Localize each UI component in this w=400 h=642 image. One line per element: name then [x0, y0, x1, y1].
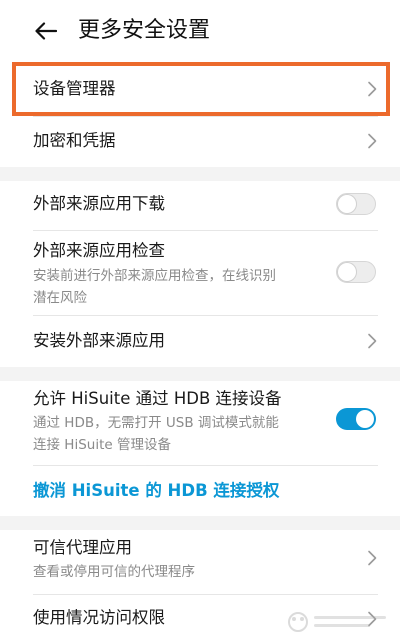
menu-item-label: 允许 HiSuite 通过 HDB 连接设备 — [33, 389, 282, 408]
chevron-right-icon — [368, 133, 377, 149]
app-header: 更多安全设置 — [0, 0, 400, 62]
section-gap — [0, 367, 400, 381]
arrow-left-icon — [35, 22, 57, 40]
revoke-hisuite-link-row[interactable]: 撤消 HiSuite 的 HDB 连接授权 — [0, 466, 400, 516]
menu-item-external-download[interactable]: 外部来源应用下载 — [0, 181, 400, 230]
menu-item-label: 加密和凭据 — [33, 131, 116, 150]
menu-item-device-manager[interactable]: 设备管理器 — [0, 62, 400, 116]
toggle-knob — [338, 194, 356, 213]
section-gap — [0, 516, 400, 530]
menu-item-encryption[interactable]: 加密和凭据 — [0, 117, 400, 167]
section-gap — [0, 167, 400, 181]
chevron-right-icon — [368, 550, 377, 566]
description-line: 连接 HiSuite 管理设备 — [33, 437, 171, 453]
menu-item-label: 外部来源应用检查 — [33, 241, 165, 260]
external-download-toggle[interactable] — [336, 193, 376, 215]
description-line: 通过 HDB，无需打开 USB 调试模式就能 — [33, 415, 279, 431]
hisuite-hdb-toggle[interactable] — [336, 408, 376, 430]
menu-item-label: 可信代理应用 — [33, 538, 132, 557]
menu-item-external-check[interactable]: 外部来源应用检查 安装前进行外部来源应用检查，在线识别 潜在风险 — [0, 231, 400, 315]
menu-item-label: 外部来源应用下载 — [33, 194, 165, 213]
menu-item-label: 安装外部来源应用 — [33, 331, 165, 350]
menu-item-hisuite-hdb[interactable]: 允许 HiSuite 通过 HDB 连接设备 通过 HDB，无需打开 USB 调… — [0, 381, 400, 465]
page-title: 更多安全设置 — [78, 18, 211, 43]
back-button[interactable] — [28, 14, 64, 48]
toggle-knob — [356, 410, 374, 428]
menu-item-install-external[interactable]: 安装外部来源应用 — [0, 316, 400, 367]
menu-item-label: 设备管理器 — [33, 79, 116, 98]
menu-item-description: 安装前进行外部来源应用检查，在线识别 潜在风险 — [33, 265, 323, 309]
menu-item-description: 查看或停用可信的代理程序 — [33, 564, 195, 580]
description-line: 潜在风险 — [33, 290, 87, 306]
menu-item-usage-access[interactable]: 使用情况访问权限 — [0, 595, 400, 642]
description-line: 安装前进行外部来源应用检查，在线识别 — [33, 268, 276, 284]
chevron-right-icon — [368, 333, 377, 349]
menu-item-label: 使用情况访问权限 — [33, 608, 165, 627]
menu-item-description: 通过 HDB，无需打开 USB 调试模式就能 连接 HiSuite 管理设备 — [33, 412, 323, 456]
chevron-right-icon — [368, 611, 377, 627]
revoke-hisuite-link[interactable]: 撤消 HiSuite 的 HDB 连接授权 — [33, 480, 279, 502]
toggle-knob — [338, 262, 356, 281]
external-check-toggle[interactable] — [336, 261, 376, 283]
chevron-right-icon — [368, 81, 377, 97]
menu-item-trusted-agents[interactable]: 可信代理应用 查看或停用可信的代理程序 — [0, 530, 400, 594]
